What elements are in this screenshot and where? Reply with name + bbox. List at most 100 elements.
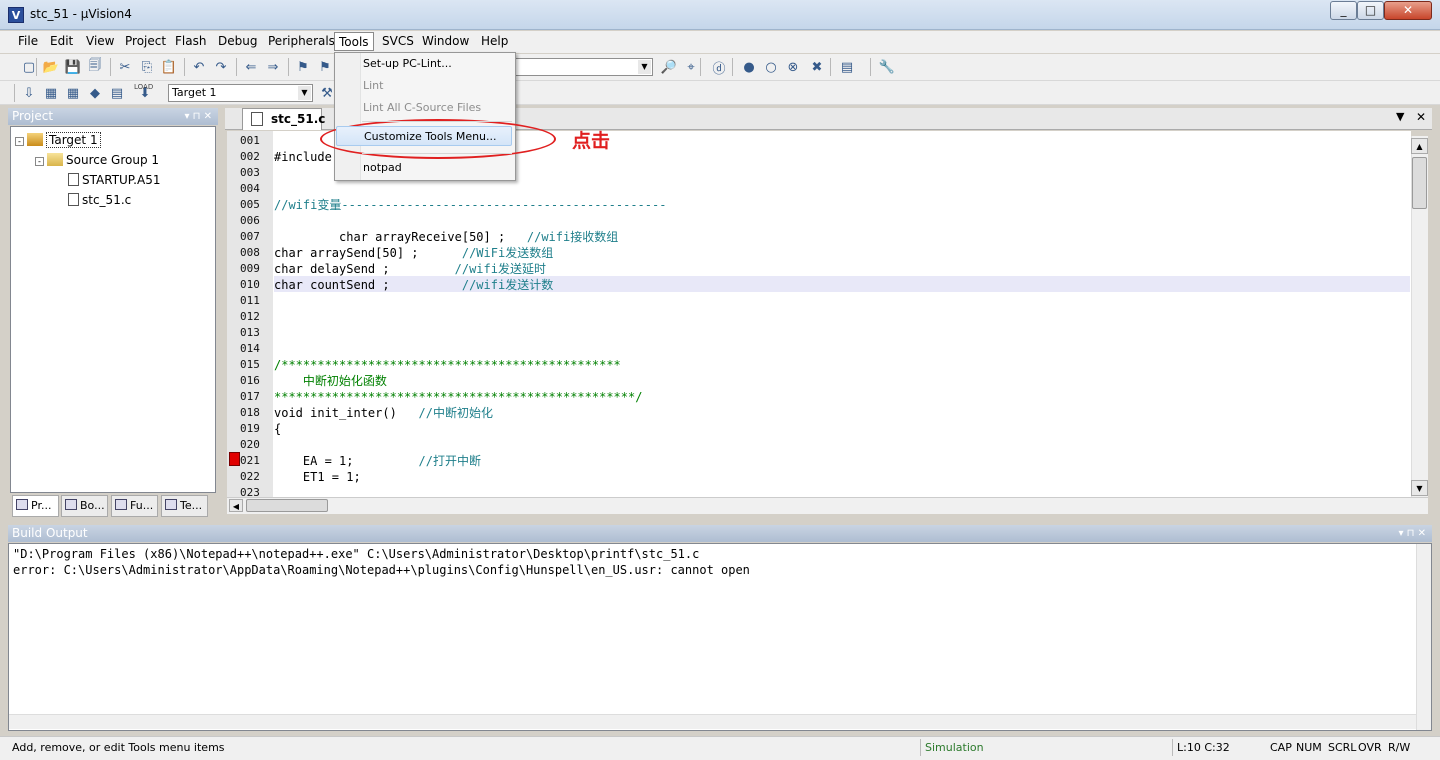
code-line[interactable]: char arrayReceive[50] ; //wifi接收数组: [274, 229, 618, 245]
minimize-button[interactable]: _: [1330, 1, 1357, 20]
project-tab-1[interactable]: Bo...: [61, 495, 108, 517]
uv-logo-icon[interactable]: V: [8, 7, 24, 23]
toolbar-separator: [36, 58, 37, 76]
breakpoint-enable-icon[interactable]: ○: [762, 58, 780, 76]
menu-tools[interactable]: Tools: [334, 32, 374, 51]
build-icon[interactable]: ▦: [42, 84, 60, 102]
configure-icon[interactable]: 🔧: [878, 58, 896, 76]
status-scrl: SCRL: [1328, 741, 1357, 754]
project-tab-label: Pr...: [31, 499, 52, 512]
bookmark-prev-icon[interactable]: ⚑: [316, 58, 334, 76]
menu-window[interactable]: Window: [418, 32, 473, 51]
tree-item[interactable]: - Target 1: [15, 130, 101, 150]
nav-forward-icon[interactable]: ⇒: [264, 58, 282, 76]
code-line[interactable]: {: [274, 421, 281, 437]
breakpoint-disable-all-icon[interactable]: ⊗: [784, 58, 802, 76]
tools-menu-item[interactable]: Customize Tools Menu...: [336, 126, 512, 146]
expand-toggle-icon[interactable]: -: [15, 137, 24, 146]
menu-peripherals[interactable]: Peripherals: [264, 32, 339, 51]
breakpoint-insert-icon[interactable]: ●: [740, 58, 758, 76]
menu-file[interactable]: File: [14, 32, 42, 51]
menu-view[interactable]: View: [82, 32, 118, 51]
debug-start-icon[interactable]: ⓓ: [710, 58, 728, 77]
target-select[interactable]: Target 1 ▼: [168, 84, 313, 102]
toolbar-separator: [236, 58, 237, 76]
menu-project[interactable]: Project: [121, 32, 170, 51]
maximize-button[interactable]: □: [1357, 1, 1384, 20]
breakpoint-kill-all-icon[interactable]: ✖: [808, 58, 826, 76]
line-number: 012: [240, 310, 260, 323]
build-output-title: Build Output: [12, 526, 88, 540]
close-icon[interactable]: ✕: [1416, 110, 1426, 124]
scroll-down-icon[interactable]: ▼: [1411, 480, 1428, 496]
save-all-icon[interactable]: 🗐: [86, 58, 104, 76]
code-line[interactable]: /***************************************…: [274, 357, 621, 373]
menu-help[interactable]: Help: [477, 32, 512, 51]
panel-controls-icon[interactable]: ▾ ⊓ ✕: [184, 108, 212, 125]
tree-item[interactable]: stc_51.c: [68, 190, 131, 210]
stop-build-icon[interactable]: ▤: [108, 84, 126, 102]
find-in-files-icon[interactable]: 🔎: [660, 58, 678, 76]
close-button[interactable]: ✕: [1384, 1, 1432, 20]
tab-stc-51-c[interactable]: stc_51.c: [242, 108, 325, 130]
code-line[interactable]: ****************************************…: [274, 389, 642, 405]
scroll-up-icon[interactable]: ▲: [1411, 138, 1428, 154]
code-line[interactable]: ET1 = 1;: [274, 469, 361, 485]
tools-menu-item: Lint All C-Source Files: [363, 101, 482, 114]
tools-menu-item[interactable]: Set-up PC-Lint...: [336, 54, 512, 74]
cut-icon[interactable]: ✂: [116, 58, 134, 76]
redo-icon[interactable]: ↷: [212, 58, 230, 76]
tools-menu-item[interactable]: notpad: [336, 158, 512, 178]
code-line[interactable]: char arraySend[50] ; //WiFi发送数组: [274, 245, 553, 261]
output-vertical-scrollbar[interactable]: [1416, 544, 1431, 730]
options-for-target-icon[interactable]: ⚒: [318, 84, 336, 102]
code-line[interactable]: //wifi变量--------------------------------…: [274, 197, 666, 213]
rebuild-icon[interactable]: ▦: [64, 84, 82, 102]
tree-item[interactable]: - Source Group 1: [35, 150, 159, 170]
project-panel-title: Project: [12, 109, 54, 123]
code-line[interactable]: char countSend ; //wifi发送计数: [274, 277, 553, 293]
translate-icon[interactable]: ⇩: [20, 84, 38, 102]
project-tab-0[interactable]: Pr...: [12, 495, 59, 517]
breakpoint-marker[interactable]: [229, 452, 240, 466]
menu-debug[interactable]: Debug: [214, 32, 261, 51]
line-number: 019: [240, 422, 260, 435]
paste-icon[interactable]: 📋: [160, 58, 178, 76]
batch-build-icon[interactable]: ◆: [86, 84, 104, 102]
line-number: 002: [240, 150, 260, 163]
window-layout-icon[interactable]: ▤: [838, 58, 856, 76]
undo-icon[interactable]: ↶: [190, 58, 208, 76]
menu-edit[interactable]: Edit: [46, 32, 77, 51]
project-tab-2[interactable]: Fu...: [111, 495, 158, 517]
bookmark-icon[interactable]: ⚑: [294, 58, 312, 76]
vertical-scroll-thumb[interactable]: [1412, 157, 1427, 209]
expand-toggle-icon[interactable]: -: [35, 157, 44, 166]
code-line[interactable]: #include: [274, 149, 332, 165]
code-editor[interactable]: [227, 131, 1411, 497]
target-icon: [27, 133, 43, 146]
open-folder-icon[interactable]: 📂: [42, 58, 60, 76]
save-icon[interactable]: 💾: [64, 58, 82, 76]
line-number: 021: [240, 454, 260, 467]
output-horizontal-scrollbar[interactable]: [9, 714, 1416, 729]
annotation-text: 点击: [572, 130, 611, 152]
code-line[interactable]: char delaySend ; //wifi发送延时: [274, 261, 546, 277]
nav-back-icon[interactable]: ⇐: [242, 58, 260, 76]
build-output-pane[interactable]: "D:\Program Files (x86)\Notepad++\notepa…: [8, 543, 1432, 731]
functions-tab-icon: [115, 499, 127, 510]
incremental-find-icon[interactable]: ⌖: [682, 58, 700, 76]
menu-svcs[interactable]: SVCS: [378, 32, 418, 51]
editor-horizontal-scrollbar[interactable]: [227, 497, 1428, 514]
tree-item[interactable]: STARTUP.A51: [68, 170, 160, 190]
copy-icon[interactable]: ⎘: [138, 58, 156, 76]
line-number: 008: [240, 246, 260, 259]
code-line[interactable]: EA = 1; //打开中断: [274, 453, 481, 469]
chevron-down-icon[interactable]: ▼: [1396, 110, 1404, 123]
panel-controls-icon[interactable]: ▾ ⊓ ✕: [1398, 525, 1426, 542]
toolbar-separator: [870, 58, 871, 76]
code-line[interactable]: void init_inter() //中断初始化: [274, 405, 493, 421]
code-line[interactable]: 中断初始化函数: [274, 373, 387, 389]
menu-flash[interactable]: Flash: [171, 32, 210, 51]
project-tab-3[interactable]: Te...: [161, 495, 208, 517]
find-combo[interactable]: ▼: [515, 58, 653, 76]
